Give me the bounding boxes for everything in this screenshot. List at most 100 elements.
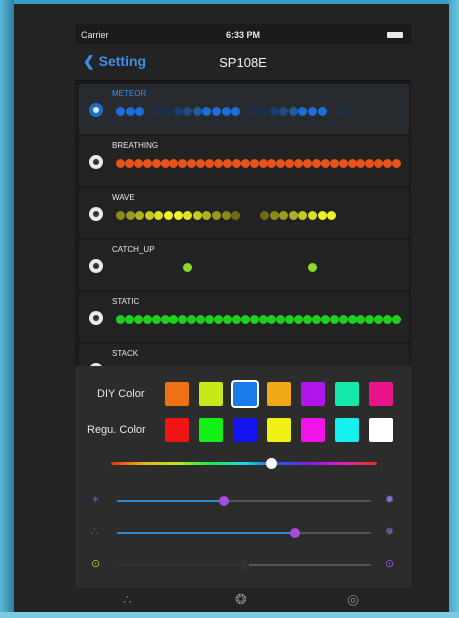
- led-dot: [365, 159, 375, 168]
- brightness-slider[interactable]: [117, 496, 371, 506]
- led-dot: [329, 159, 339, 168]
- led-dot: [231, 107, 241, 116]
- speed-slider-thumb[interactable]: [289, 528, 300, 538]
- led-dot: [116, 159, 125, 168]
- regular-color-label: Regu. Color: [87, 424, 146, 436]
- tab-settings[interactable]: ◎: [347, 592, 359, 606]
- rgb-icon: ❂: [235, 591, 247, 607]
- led-dot: [231, 159, 241, 168]
- led-dot: [276, 159, 286, 168]
- led-dot: [212, 211, 221, 220]
- led-dot: [317, 107, 327, 116]
- regular-color-swatch[interactable]: [267, 418, 291, 442]
- diy-color-swatch[interactable]: [199, 382, 223, 406]
- backdrop-bottom: [0, 612, 459, 618]
- led-dot: [298, 107, 308, 116]
- led-dot: [249, 159, 259, 168]
- mode-stack[interactable]: STACK: [79, 344, 409, 366]
- diy-color-swatch[interactable]: [369, 382, 393, 406]
- led-dot: [135, 211, 145, 220]
- regular-color-swatch[interactable]: [165, 418, 189, 442]
- led-dot: [160, 159, 170, 168]
- mode-radio-icon[interactable]: [89, 259, 103, 273]
- led-dot: [142, 159, 152, 168]
- navigation-bar: ❮ Setting SP108E: [75, 44, 411, 81]
- led-dot: [260, 107, 269, 116]
- led-dot: [258, 159, 268, 168]
- sun-bright-icon: ✹: [385, 494, 395, 506]
- speed-slider[interactable]: [117, 528, 371, 538]
- led-dot: [320, 315, 330, 324]
- led-dot: [279, 211, 289, 220]
- segments-slider[interactable]: [117, 560, 371, 570]
- led-dot: [298, 211, 308, 220]
- mode-radio-icon[interactable]: [89, 207, 103, 221]
- brightness-slider-fill: [117, 500, 224, 502]
- bulb-bright-icon: ⊙: [385, 558, 395, 570]
- diy-color-swatch[interactable]: [233, 382, 257, 406]
- led-dot: [202, 107, 212, 116]
- led-dot: [124, 159, 134, 168]
- sparkle-dim-icon: ∴: [91, 526, 98, 538]
- led-dot: [392, 159, 402, 168]
- battery-icon: [387, 32, 403, 38]
- diy-color-label: DIY Color: [97, 388, 145, 400]
- led-dot: [260, 211, 269, 220]
- tab-effects[interactable]: ∴: [123, 592, 132, 606]
- led-dot: [221, 107, 231, 116]
- led-dot: [116, 107, 125, 116]
- diy-color-swatch[interactable]: [267, 382, 291, 406]
- led-dot: [240, 315, 250, 324]
- mode-catch-up[interactable]: CATCH_UP: [79, 240, 409, 290]
- led-dot: [196, 315, 206, 324]
- segments-slider-thumb[interactable]: [239, 560, 249, 570]
- regular-color-swatch[interactable]: [335, 418, 359, 442]
- mode-radio-icon[interactable]: [89, 155, 103, 169]
- led-dot: [183, 211, 193, 220]
- led-dot: [285, 315, 295, 324]
- mode-label: BREATHING: [112, 141, 159, 150]
- led-dot: [374, 159, 384, 168]
- led-dot: [213, 159, 223, 168]
- diy-color-swatch[interactable]: [301, 382, 325, 406]
- mode-label: STATIC: [112, 297, 140, 306]
- led-dot: [303, 315, 313, 324]
- diy-color-swatch[interactable]: [165, 382, 189, 406]
- led-dot: [221, 211, 231, 220]
- led-dot: [308, 107, 317, 116]
- mode-wave[interactable]: WAVE: [79, 188, 409, 238]
- led-dot: [125, 211, 135, 220]
- led-dot: [222, 159, 232, 168]
- led-dot: [187, 315, 197, 324]
- status-bar: Carrier 6:33 PM: [75, 24, 411, 44]
- regular-color-swatch[interactable]: [199, 418, 223, 442]
- led-preview: [116, 211, 406, 223]
- bulb-dim-icon: ⊙: [91, 558, 101, 570]
- diy-color-swatch[interactable]: [335, 382, 359, 406]
- regular-color-swatch[interactable]: [369, 418, 393, 442]
- brightness-slider-thumb[interactable]: [218, 496, 229, 506]
- led-dot: [288, 211, 298, 220]
- hue-slider-thumb[interactable]: [265, 458, 277, 469]
- led-dot: [116, 315, 125, 324]
- page-title: SP108E: [219, 55, 267, 70]
- led-dot: [308, 263, 317, 272]
- regular-color-swatch[interactable]: [301, 418, 325, 442]
- led-preview: [116, 263, 406, 275]
- mode-radio-icon[interactable]: [89, 103, 103, 117]
- circles-icon: ∴: [123, 591, 132, 607]
- mode-list[interactable]: METEOR BREATHING WAVE CATCH_UP STATIC STACK: [75, 84, 411, 366]
- tab-colors[interactable]: ❂: [235, 592, 247, 606]
- mode-breathing[interactable]: BREATHING: [79, 136, 409, 186]
- led-dot: [303, 159, 313, 168]
- hue-slider[interactable]: [111, 458, 377, 469]
- led-dot: [151, 159, 161, 168]
- led-dot: [258, 315, 268, 324]
- mode-meteor[interactable]: METEOR: [79, 84, 409, 134]
- led-dot: [133, 159, 143, 168]
- led-dot: [213, 315, 223, 324]
- regular-color-swatch[interactable]: [233, 418, 257, 442]
- mode-radio-icon[interactable]: [89, 311, 103, 325]
- mode-static[interactable]: STATIC: [79, 292, 409, 342]
- phone-screen: Carrier 6:33 PM ❮ Setting SP108E METEOR B…: [75, 24, 411, 612]
